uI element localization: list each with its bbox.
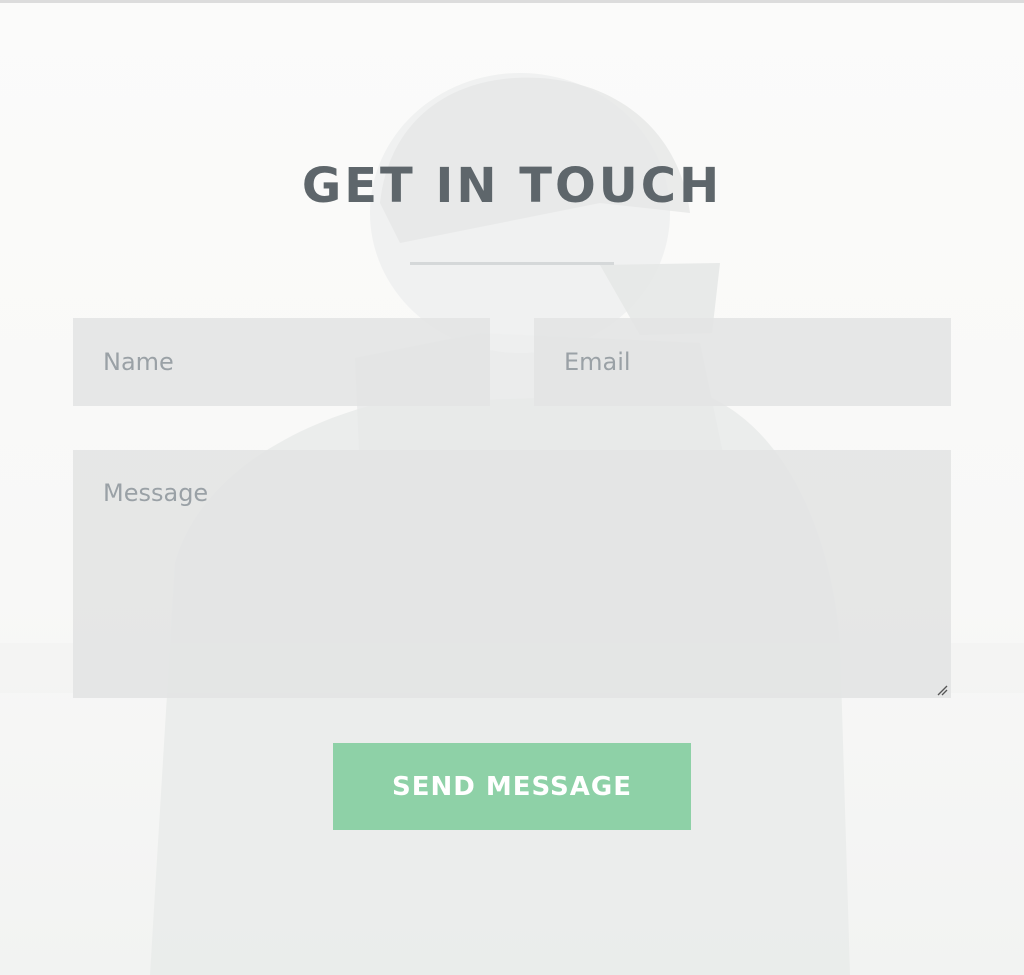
email-field[interactable]: [534, 318, 951, 406]
message-field[interactable]: [73, 450, 951, 698]
resize-grip-icon[interactable]: [936, 684, 948, 696]
title-divider: [410, 262, 614, 265]
send-message-button[interactable]: SEND MESSAGE: [333, 743, 691, 830]
page-title: GET IN TOUCH: [301, 158, 723, 214]
name-field[interactable]: [73, 318, 490, 406]
